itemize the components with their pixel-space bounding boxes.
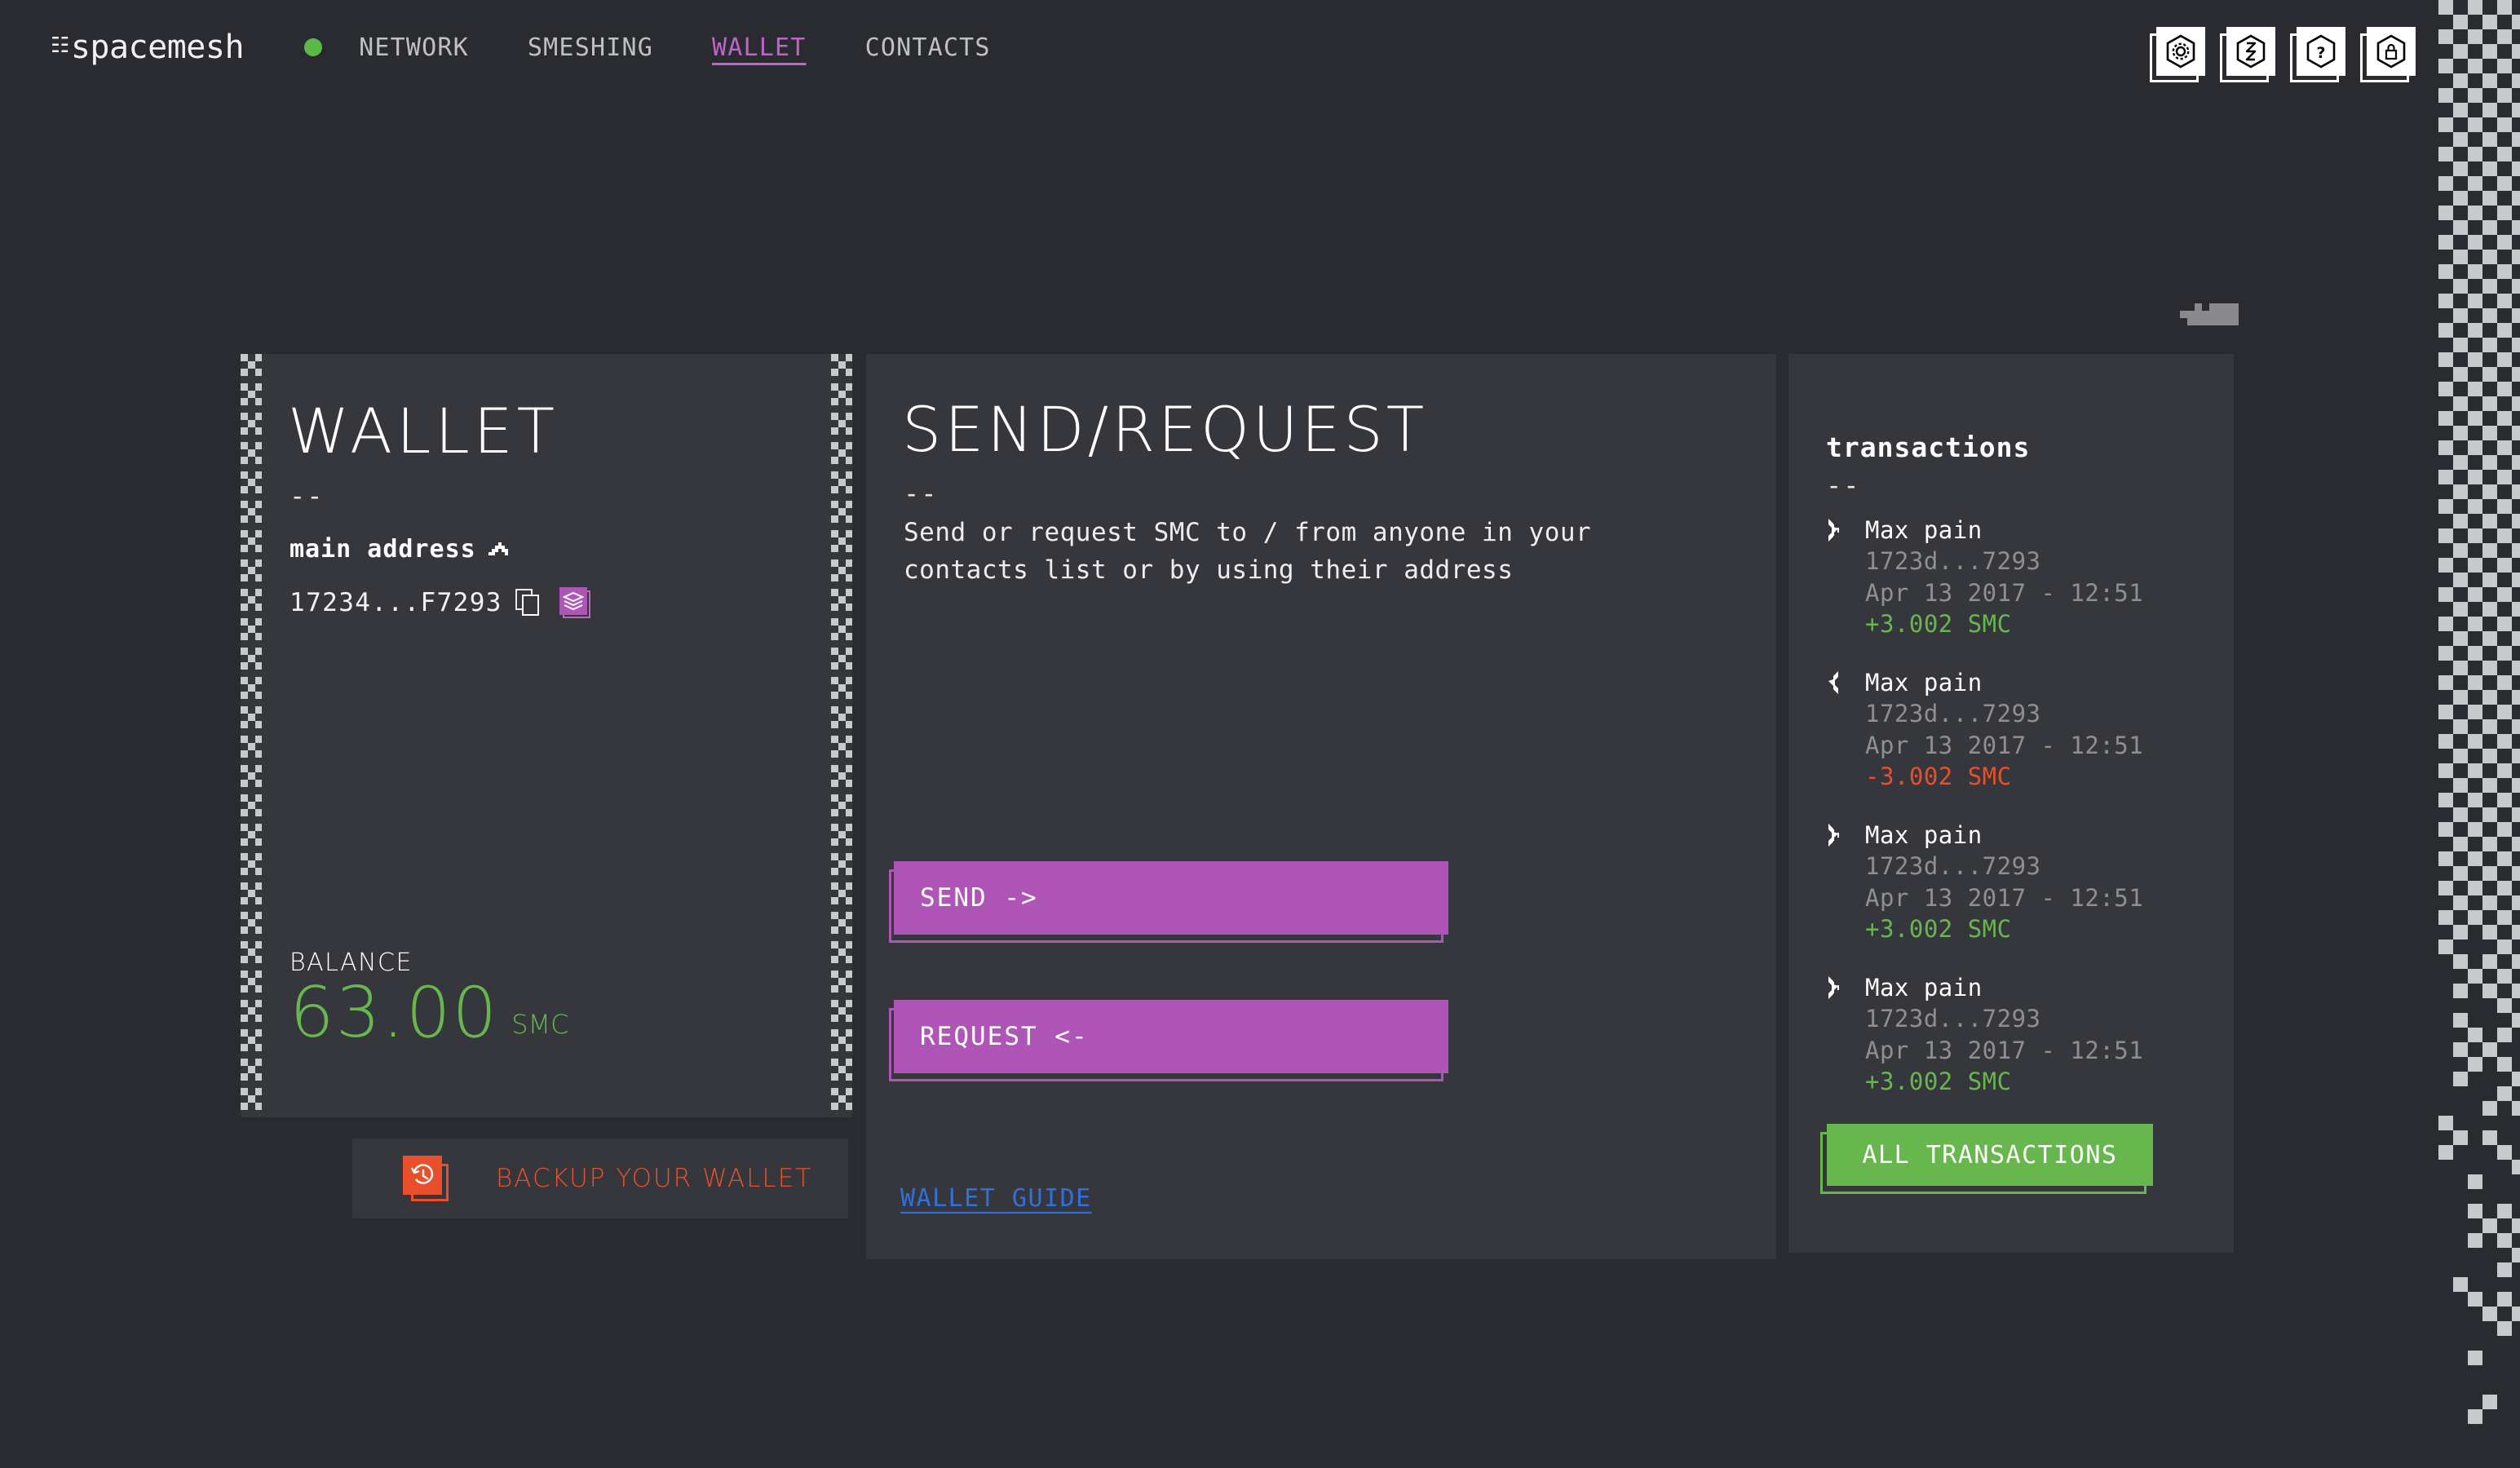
all-transactions-label: ALL TRANSACTIONS [1863, 1141, 2118, 1170]
button-face [559, 587, 587, 615]
transaction-name: Max pain [1865, 667, 2217, 698]
transaction-amount: +3.002 SMC [1865, 913, 2217, 944]
send-request-divider: -- [904, 478, 939, 509]
layers-stack-button[interactable] [559, 587, 590, 618]
transaction-amount: -3.002 SMC [1865, 761, 2217, 792]
transactions-divider: -- [1826, 470, 1861, 501]
nav-label-network: NETWORK [329, 30, 498, 65]
brand-logo[interactable]: ☷spacemesh [51, 29, 244, 66]
transaction-date: Apr 13 2017 - 12:51 [1865, 882, 2217, 913]
request-button-label: REQUEST <- [920, 1022, 1089, 1051]
backup-wallet-button[interactable]: BACKUP YOUR WALLET [352, 1139, 848, 1218]
help-question-button[interactable]: ? [2297, 27, 2345, 76]
incoming-arrow-icon [1826, 823, 1847, 847]
transaction-address: 1723d...7293 [1865, 851, 2217, 882]
transaction-address: 1723d...7293 [1865, 546, 2217, 577]
incoming-arrow-icon [1826, 823, 1847, 847]
button-face: ALL TRANSACTIONS [1827, 1124, 2153, 1186]
nav-item-network[interactable]: NETWORK [290, 30, 498, 65]
nav-links: NETWORK SMESHING WALLET CONTACTS [290, 30, 1020, 65]
button-face: ? [2297, 27, 2345, 76]
clock-restore-icon [409, 1162, 435, 1188]
wallet-address-row: 17234...F7293 [290, 587, 590, 618]
button-face: REQUEST <- [894, 1000, 1448, 1073]
incoming-arrow-icon [1826, 975, 1847, 1000]
button-face [2156, 27, 2205, 76]
transactions-list: Max pain1723d...7293Apr 13 2017 - 12:51+… [1826, 515, 2217, 1125]
send-button-label: SEND -> [920, 883, 1038, 913]
transaction-amount: +3.002 SMC [1865, 1066, 2217, 1097]
transaction-amount: +3.002 SMC [1865, 608, 2217, 639]
top-navigation-bar: ☷spacemesh NETWORK SMESHING WALLET CONTA… [0, 0, 2520, 95]
brand-name: spacemesh [71, 29, 244, 66]
wallet-panel-left-checker [241, 354, 262, 1117]
balance-row: 63.00 SMC [290, 980, 568, 1047]
backup-restore-icon [403, 1156, 449, 1201]
transaction-date: Apr 13 2017 - 12:51 [1865, 730, 2217, 761]
top-icon-buttons: ? [2156, 27, 2416, 76]
wallet-address-value: 17234...F7293 [290, 588, 502, 617]
app-stage: ☷spacemesh NETWORK SMESHING WALLET CONTA… [0, 0, 2520, 1468]
main-address-row[interactable]: main address [290, 535, 509, 564]
transaction-address: 1723d...7293 [1865, 698, 2217, 729]
icon-face [403, 1156, 442, 1195]
transaction-date: Apr 13 2017 - 12:51 [1865, 577, 2217, 608]
send-request-title: SEND/REQUEST [902, 399, 1427, 461]
security-lock-icon [2372, 33, 2410, 70]
send-button[interactable]: SEND -> [894, 861, 1448, 935]
wallet-divider: -- [290, 480, 325, 511]
wallet-title: WALLET [288, 400, 559, 462]
request-button[interactable]: REQUEST <- [894, 1000, 1448, 1073]
nav-item-wallet[interactable]: WALLET [683, 30, 836, 65]
balance-block: BALANCE 63.00 SMC [290, 948, 568, 1047]
outgoing-arrow-icon [1826, 670, 1847, 695]
transaction-address: 1723d...7293 [1865, 1003, 2217, 1034]
settings-gear-icon [2162, 33, 2199, 70]
main-address-label: main address [290, 535, 476, 564]
layers-stack-icon [563, 591, 584, 611]
all-transactions-button[interactable]: ALL TRANSACTIONS [1827, 1124, 2153, 1186]
wallet-guide-link[interactable]: WALLET GUIDE [900, 1184, 1092, 1213]
transaction-date: Apr 13 2017 - 12:51 [1865, 1035, 2217, 1066]
spacemesh-hourglass-button[interactable] [2226, 27, 2275, 76]
outgoing-arrow-icon [1826, 670, 1847, 695]
incoming-arrow-icon [1826, 975, 1847, 1000]
wallet-panel: WALLET -- main address 17234...F7293 [241, 354, 852, 1117]
transaction-item[interactable]: Max pain1723d...7293Apr 13 2017 - 12:51+… [1826, 820, 2217, 944]
transaction-name: Max pain [1865, 972, 2217, 1003]
send-request-description: Send or request SMC to / from anyone in … [904, 515, 1591, 590]
button-face [2367, 27, 2416, 76]
transaction-name: Max pain [1865, 515, 2217, 546]
button-face: SEND -> [894, 861, 1448, 935]
right-edge-checker-decoration [2438, 0, 2520, 1468]
copy-icon[interactable] [515, 589, 540, 617]
network-status-dot-icon [304, 38, 322, 56]
transactions-title: transactions [1826, 431, 2030, 463]
spacemesh-logo-icon: ☷ [51, 35, 69, 56]
button-face [2226, 27, 2275, 76]
nav-item-smeshing[interactable]: SMESHING [498, 30, 683, 65]
address-chevron-icon [488, 542, 509, 557]
send-request-panel: SEND/REQUEST -- Send or request SMC to /… [866, 354, 1776, 1259]
settings-gear-button[interactable] [2156, 27, 2205, 76]
wallet-panel-content: WALLET -- main address 17234...F7293 [288, 354, 820, 1117]
pixel-dissolve-decoration [2136, 303, 2242, 326]
help-question-icon: ? [2302, 33, 2340, 70]
backup-wallet-label: BACKUP YOUR WALLET [496, 1164, 812, 1193]
security-lock-button[interactable] [2367, 27, 2416, 76]
transaction-item[interactable]: Max pain1723d...7293Apr 13 2017 - 12:51+… [1826, 515, 2217, 639]
transaction-item[interactable]: Max pain1723d...7293Apr 13 2017 - 12:51+… [1826, 972, 2217, 1097]
incoming-arrow-icon [1826, 518, 1847, 542]
incoming-arrow-icon [1826, 518, 1847, 542]
wallet-panel-right-checker [831, 354, 852, 1117]
svg-text:?: ? [2316, 44, 2325, 62]
transaction-name: Max pain [1865, 820, 2217, 851]
transactions-panel: transactions -- Max pain1723d...7293Apr … [1788, 354, 2234, 1253]
spacemesh-hourglass-icon [2232, 33, 2270, 70]
balance-unit: SMC [511, 1009, 568, 1047]
nav-item-contacts[interactable]: CONTACTS [836, 30, 1020, 65]
balance-value: 63.00 [290, 980, 498, 1047]
transaction-item[interactable]: Max pain1723d...7293Apr 13 2017 - 12:51-… [1826, 667, 2217, 792]
